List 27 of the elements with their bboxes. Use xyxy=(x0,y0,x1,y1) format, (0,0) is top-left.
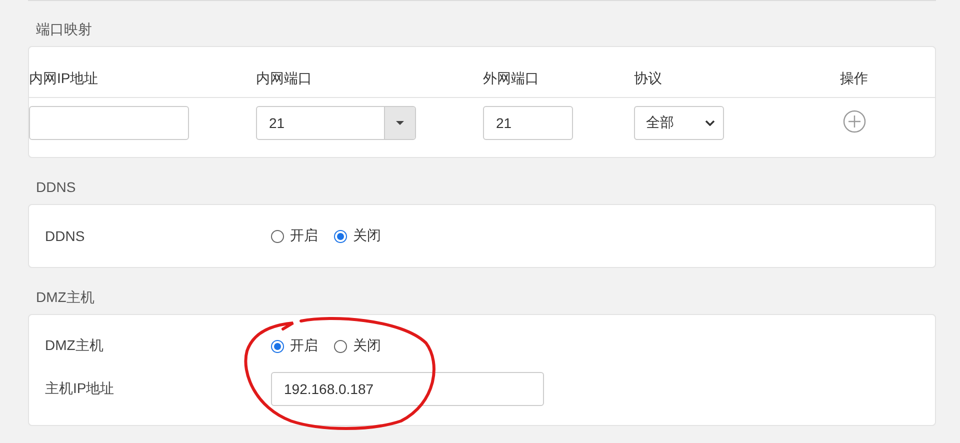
radio-label[interactable]: 开启 xyxy=(290,337,318,355)
section-title: DMZ主机 xyxy=(35,288,96,307)
section-title: DDNS xyxy=(35,178,77,197)
radio-button[interactable] xyxy=(271,230,284,242)
radio-label[interactable]: 开启 xyxy=(290,227,318,245)
radio-label[interactable]: 关闭 xyxy=(353,337,381,355)
radio-label[interactable]: 关闭 xyxy=(353,227,381,245)
input-field[interactable]: 192.168.0.187 xyxy=(271,372,544,406)
add-icon[interactable] xyxy=(843,110,866,133)
column-header: 内网端口 xyxy=(256,70,312,86)
caret-icon xyxy=(396,121,404,125)
column-header: 协议 xyxy=(634,70,662,86)
input-field[interactable] xyxy=(29,106,189,140)
input-field[interactable]: 21 xyxy=(483,106,573,140)
field-label: 主机IP地址 xyxy=(45,380,116,398)
radio-button[interactable] xyxy=(334,230,347,242)
column-header: 内网IP地址 xyxy=(29,70,98,86)
column-header: 操作 xyxy=(840,70,868,86)
radio-button[interactable] xyxy=(334,340,347,352)
field-label: DMZ主机 xyxy=(45,337,104,355)
column-header: 外网端口 xyxy=(483,70,539,86)
protocol-select[interactable]: 全部 xyxy=(634,106,724,140)
port-combobox[interactable]: 21 xyxy=(256,106,416,140)
chevron-icon xyxy=(705,120,715,126)
field-label: DDNS xyxy=(45,228,86,244)
section-title: 端口映射 xyxy=(35,20,93,39)
radio-button[interactable] xyxy=(271,340,284,352)
